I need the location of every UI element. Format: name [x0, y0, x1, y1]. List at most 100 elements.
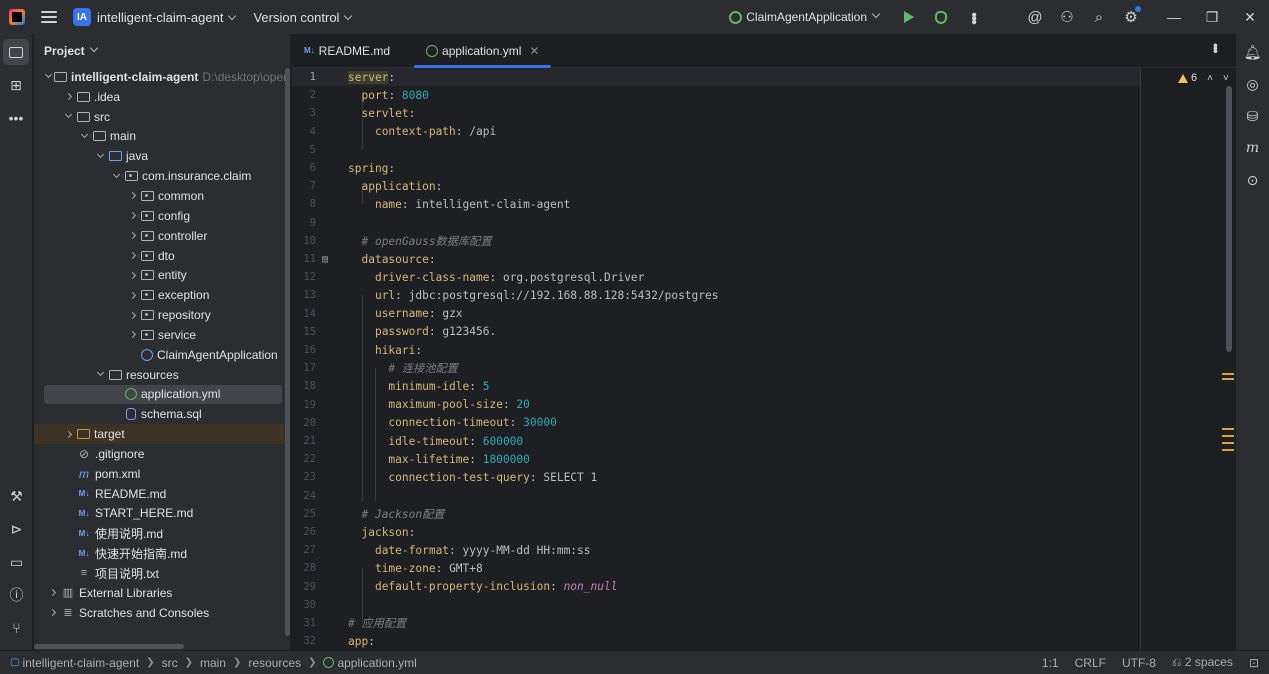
project-tool-button[interactable] — [3, 39, 29, 65]
tree-label: entity — [158, 268, 187, 283]
ai-assistant-button[interactable]: @ — [1019, 0, 1051, 34]
more-actions-button[interactable]: ••• — [957, 0, 989, 34]
status-bar: ▢ intelligent-claim-agent ❯ src ❯ main ❯ re… — [0, 650, 1269, 674]
structure-tool-button[interactable]: ⊞ — [3, 72, 29, 98]
tree-node-start-here[interactable]: M↓ START_HERE.md — [34, 504, 290, 524]
services-tool-button[interactable]: ⊳ — [4, 516, 30, 542]
tree-node-target[interactable]: target — [34, 424, 290, 445]
tree-node-quickstart[interactable]: M↓ 快速开始指南.md — [34, 543, 290, 563]
code-line: 21 idle-timeout: 600000 — [303, 434, 524, 448]
code-line: 30 — [303, 598, 316, 611]
tree-node-controller[interactable]: controller — [34, 226, 290, 246]
code-line: 32 app: — [303, 634, 375, 648]
build-tool-button[interactable]: ⚒ — [4, 483, 30, 509]
tree-node-entity[interactable]: entity — [34, 265, 290, 285]
tree-node-dto[interactable]: dto — [34, 246, 290, 266]
tree-node-root[interactable]: intelligent-claim-agentD:\desktop\openga… — [34, 67, 290, 87]
collapse-arrow-icon — [126, 232, 138, 240]
tree-node-scratches[interactable]: ≣ Scratches and Consoles — [34, 603, 290, 623]
inspection-widget[interactable]: 6 ˄ ˅ — [1178, 72, 1229, 84]
caret-position[interactable]: 1:1 — [1042, 656, 1059, 670]
editor-scrollbar[interactable] — [1226, 86, 1232, 352]
tree-node-external-libraries[interactable]: ▥ External Libraries — [34, 583, 290, 603]
tab-readme[interactable]: M↓ README.md — [292, 34, 402, 68]
run-button[interactable] — [893, 0, 925, 34]
tree-node-project-desc[interactable]: ≡ 项目说明.txt — [34, 563, 290, 583]
warning-stripe[interactable] — [1222, 373, 1234, 375]
line-separator[interactable]: CRLF — [1075, 656, 1106, 670]
search-everywhere-button[interactable]: ⌕ — [1083, 0, 1115, 34]
tree-node-idea[interactable]: .idea — [34, 87, 290, 107]
next-highlight-icon[interactable]: ˅ — [1223, 73, 1229, 84]
project-vertical-scrollbar[interactable] — [285, 68, 290, 636]
tree-label: java — [126, 149, 149, 164]
version-control-menu[interactable]: Version control — [253, 9, 353, 25]
tree-node-application-yml[interactable]: application.yml — [44, 384, 282, 405]
warning-stripe[interactable] — [1222, 442, 1234, 444]
expand-arrow-icon — [110, 170, 122, 179]
tree-node-exception[interactable]: exception — [34, 285, 290, 305]
project-horizontal-scrollbar[interactable] — [34, 644, 184, 649]
settings-button[interactable]: ⚙ — [1115, 0, 1147, 34]
ai-chat-button[interactable]: ◎ — [1240, 71, 1266, 97]
breadcrumb-item[interactable]: application.yml — [337, 656, 416, 670]
previous-highlight-icon[interactable]: ˄ — [1207, 73, 1213, 84]
terminal-tool-button[interactable]: ▭ — [4, 549, 30, 575]
indent-widget[interactable]: ⎌ 2 spaces — [1172, 655, 1233, 670]
warning-stripe[interactable] — [1222, 435, 1234, 437]
tree-node-usage[interactable]: M↓ 使用说明.md — [34, 523, 290, 543]
tree-node-resources[interactable]: resources — [34, 365, 290, 385]
tree-node-common[interactable]: common — [34, 186, 290, 206]
endpoints-tool-button[interactable]: ⊙ — [1240, 167, 1266, 193]
vcs-label: Version control — [253, 9, 340, 25]
tree-node-main[interactable]: main — [34, 127, 290, 147]
project-badge: IA — [73, 8, 91, 26]
tree-node-pom[interactable]: m pom.xml — [34, 464, 290, 484]
tab-options-button[interactable]: ••• — [1208, 43, 1224, 52]
tree-node-gitignore[interactable]: ⊘ .gitignore — [34, 444, 290, 464]
project-switcher[interactable]: intelligent-claim-agent — [97, 10, 237, 25]
breadcrumb-item[interactable]: intelligent-claim-agent — [22, 656, 139, 670]
tree-node-app-class[interactable]: ClaimAgentApplication — [34, 345, 290, 365]
close-window-button[interactable]: ✕ — [1231, 0, 1269, 34]
tree-node-readme[interactable]: M↓ README.md — [34, 484, 290, 504]
database-tool-button[interactable]: ⛁ — [1240, 103, 1266, 129]
tree-node-package[interactable]: com.insurance.claim — [34, 166, 290, 186]
code-line: 14 username: gzx — [303, 307, 463, 321]
minimize-button[interactable]: — — [1155, 0, 1193, 34]
notifications-button[interactable]: 🔔︎ — [1240, 39, 1266, 65]
tree-label: service — [158, 327, 197, 342]
main-menu-icon[interactable] — [41, 11, 57, 23]
tree-node-repository[interactable]: repository — [34, 305, 290, 325]
code-line: 15 password: g123456. — [303, 325, 497, 339]
add-user-button[interactable]: ⚇ — [1051, 0, 1083, 34]
tree-node-java[interactable]: java — [34, 146, 290, 166]
maven-tool-button[interactable]: m — [1240, 135, 1266, 161]
breadcrumb-item[interactable]: src — [162, 656, 178, 670]
tab-application-yml[interactable]: application.yml ✕ — [414, 34, 552, 68]
warning-stripe[interactable] — [1222, 449, 1234, 451]
code-editor[interactable]: 1 server: 2 port: 8080 3 servlet: 4 conte… — [292, 68, 1232, 650]
more-tools-button[interactable]: ••• — [3, 105, 29, 131]
breadcrumb-item[interactable]: resources — [248, 656, 301, 670]
read-only-toggle[interactable]: ⊡ — [1249, 656, 1259, 670]
tree-node-service[interactable]: service — [34, 325, 290, 345]
chevron-down-icon — [89, 43, 98, 52]
restore-button[interactable]: ❐ — [1193, 0, 1231, 34]
tree-label: com.insurance.claim — [142, 169, 252, 184]
project-view-selector[interactable]: Project — [34, 34, 290, 67]
tree-node-config[interactable]: config — [34, 206, 290, 226]
tree-label: common — [158, 188, 205, 203]
close-tab-icon[interactable]: ✕ — [529, 44, 539, 58]
file-encoding[interactable]: UTF-8 — [1122, 656, 1156, 670]
tree-node-schema-sql[interactable]: schema.sql — [34, 404, 290, 424]
run-configuration-selector[interactable]: ClaimAgentApplication — [729, 9, 881, 24]
warning-stripe[interactable] — [1222, 378, 1234, 380]
warning-stripe[interactable] — [1222, 428, 1234, 430]
problems-tool-button[interactable]: ⓘ — [4, 582, 30, 608]
tree-label: 快速开始指南.md — [95, 546, 188, 561]
git-tool-button[interactable]: ⑂ — [4, 615, 30, 641]
tree-node-src[interactable]: src — [34, 107, 290, 127]
debug-button[interactable] — [925, 0, 957, 34]
breadcrumb-item[interactable]: main — [200, 656, 226, 670]
